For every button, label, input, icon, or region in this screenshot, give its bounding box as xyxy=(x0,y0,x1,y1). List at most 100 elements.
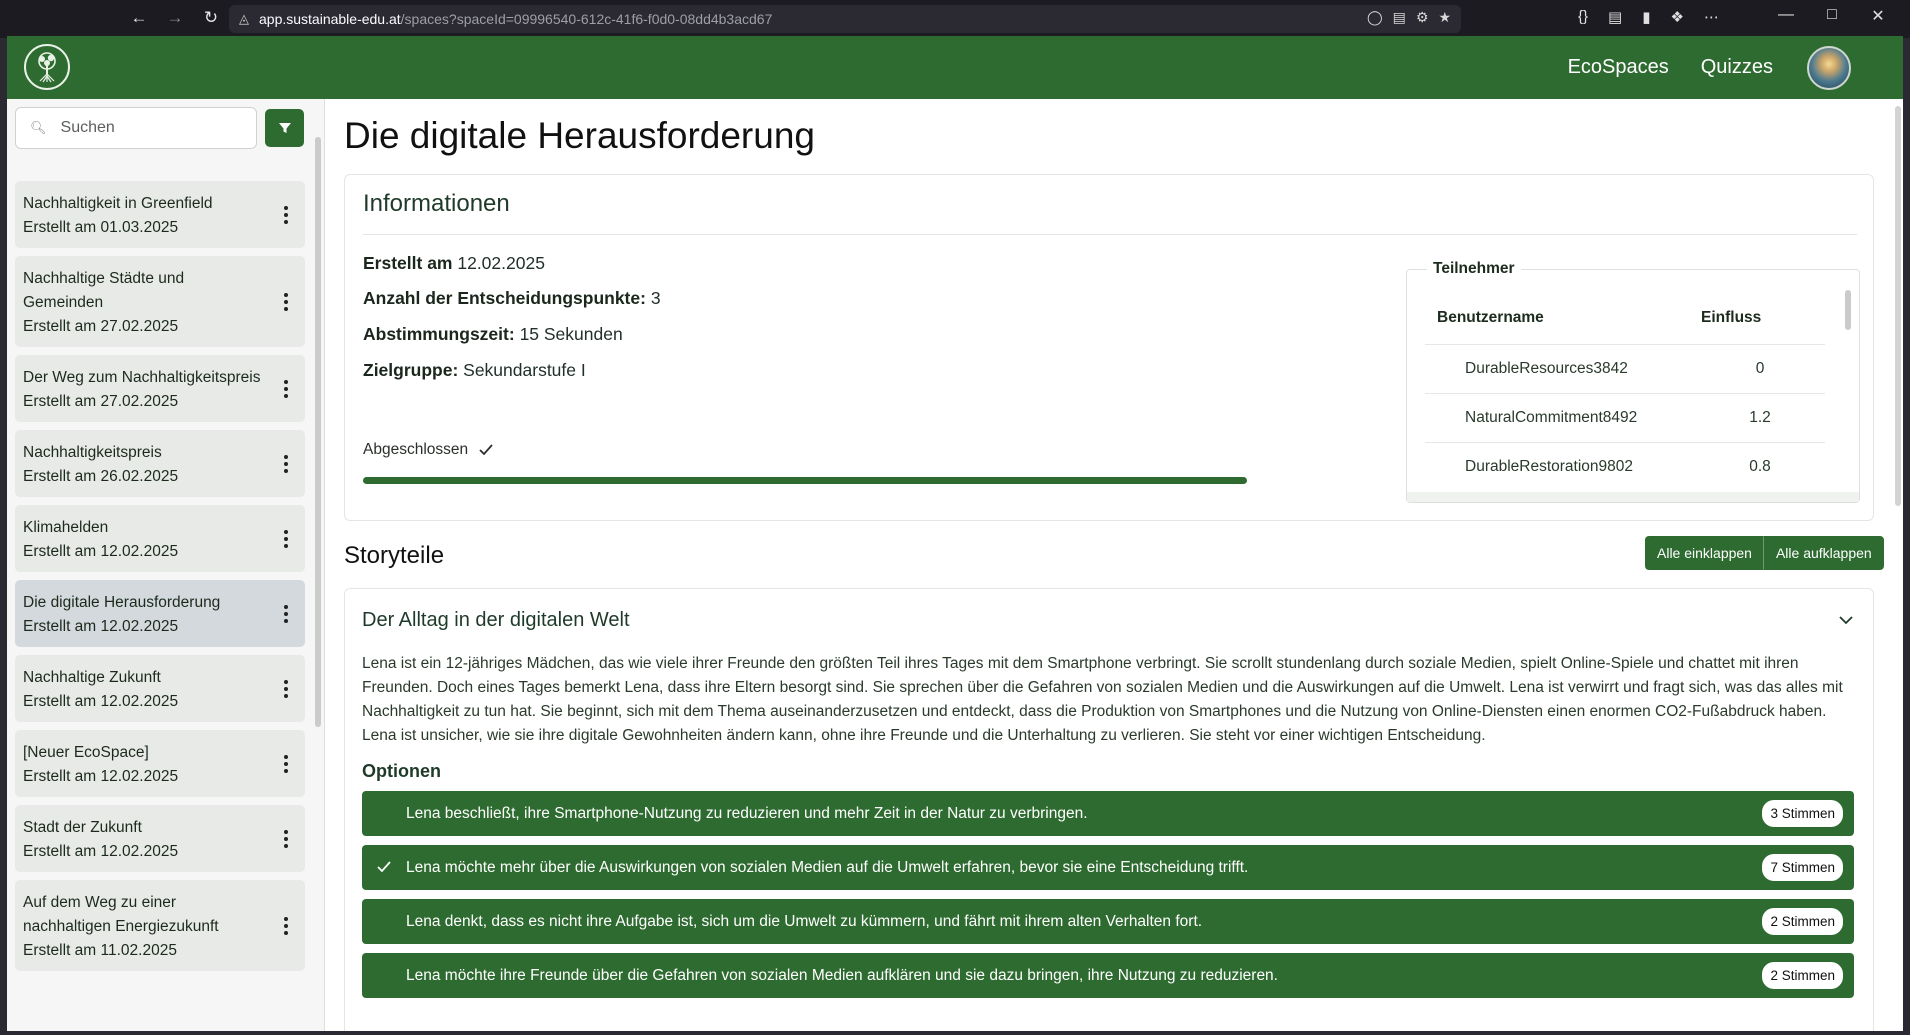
list-item[interactable]: Nachhaltigkeitspreis Erstellt am 26.02.20… xyxy=(15,430,305,497)
minimize-icon[interactable]: — xyxy=(1770,6,1802,26)
status-text: Abgeschlossen xyxy=(363,441,469,458)
kebab-icon[interactable] xyxy=(279,205,293,224)
ecospace-date: Erstellt am 12.02.2025 xyxy=(23,543,179,560)
main-content: Die digitale Herausforderung Information… xyxy=(337,99,1885,1031)
ecospace-date: Erstellt am 26.02.2025 xyxy=(23,468,179,485)
kebab-icon[interactable] xyxy=(279,829,293,848)
list-item[interactable]: Nachhaltige Städte und Gemeinden Erstellt… xyxy=(15,256,305,347)
participant-username: DurableResources3842 xyxy=(1465,360,1628,377)
col-influence: Einfluss xyxy=(1701,309,1762,326)
list-item[interactable]: Die digitale Herausforderung Erstellt am … xyxy=(15,580,305,647)
votes-badge: 2 Stimmen xyxy=(1762,962,1843,989)
decisions-value: 3 xyxy=(650,288,661,308)
back-icon[interactable]: ← xyxy=(122,8,156,28)
target-label: Zielgruppe: xyxy=(363,360,459,380)
table-row: DurableResources3842 0 xyxy=(1425,344,1825,393)
puzzle-icon[interactable]: ❖ xyxy=(1670,8,1683,26)
status-line: Abgeschlossen xyxy=(363,441,494,459)
list-item[interactable]: Der Weg zum Nachhaltigkeitspreis Erstellt… xyxy=(15,355,305,422)
ecospace-name: Stadt der Zukunft xyxy=(23,819,142,836)
search-box: 🔍︎ xyxy=(15,107,257,149)
menu-icon[interactable]: ⋯ xyxy=(1704,8,1719,26)
created-value: 12.02.2025 xyxy=(457,253,545,273)
ecospace-name: Nachhaltigkeitspreis xyxy=(23,444,162,461)
collapse-button-group: Alle einklappen Alle aufklappen xyxy=(1645,536,1884,570)
kebab-icon[interactable] xyxy=(279,754,293,773)
check-icon xyxy=(377,861,391,873)
avatar[interactable] xyxy=(1807,45,1851,90)
sidebar-scrollbar[interactable] xyxy=(315,137,321,727)
page-icon[interactable]: ▤ xyxy=(1608,8,1622,26)
participant-influence: 0.8 xyxy=(1749,458,1771,475)
ecospace-name: Nachhaltigkeit in Greenfield xyxy=(23,195,213,212)
tree-logo-icon[interactable] xyxy=(24,44,70,90)
list-item[interactable]: Auf dem Weg zu einer nachhaltigen Energi… xyxy=(15,880,305,971)
progress-bar xyxy=(363,477,1247,484)
top-nav: EcoSpaces Quizzes xyxy=(1568,36,1851,99)
list-item[interactable]: Stadt der Zukunft Erstellt am 12.02.2025 xyxy=(15,805,305,872)
devtools-icon[interactable]: {} xyxy=(1578,8,1588,26)
options-list: Lena beschließt, ihre Smartphone-Nutzung… xyxy=(362,791,1854,1007)
created-label: Erstellt am xyxy=(363,253,453,273)
reload-icon[interactable]: ↻ xyxy=(194,8,228,28)
option-item[interactable]: Lena möchte mehr über die Auswirkungen v… xyxy=(362,845,1854,890)
participants-hscrollbar[interactable] xyxy=(1407,492,1859,502)
close-icon[interactable]: ✕ xyxy=(1862,6,1894,26)
story-part-title[interactable]: Der Alltag in der digitalen Welt xyxy=(362,609,630,632)
info-target-group: Zielgruppe: Sekundarstufe I xyxy=(363,360,586,381)
kebab-icon[interactable] xyxy=(279,604,293,623)
page-scrollbar[interactable] xyxy=(1895,106,1901,506)
ecospace-date: Erstellt am 27.02.2025 xyxy=(23,393,179,410)
extension-icons: {} ▤ ▮ ❖ ⋯ xyxy=(1578,8,1719,26)
table-row: NaturalCommitment8492 1.2 xyxy=(1425,393,1825,442)
kebab-icon[interactable] xyxy=(279,529,293,548)
options-heading: Optionen xyxy=(362,761,441,781)
reader-icon[interactable]: ▤ xyxy=(1393,9,1406,26)
info-decisions: Anzahl der Entscheidungspunkte: 3 xyxy=(363,288,661,309)
translate-icon[interactable]: ⚙ xyxy=(1416,9,1429,26)
top-navbar: EcoSpaces Quizzes xyxy=(7,36,1903,99)
ecospace-date: Erstellt am 12.02.2025 xyxy=(23,693,179,710)
ecospace-name: Der Weg zum Nachhaltigkeitspreis xyxy=(23,369,261,386)
shield-icon[interactable]: ◯ xyxy=(1367,9,1383,26)
kebab-icon[interactable] xyxy=(279,292,293,311)
expand-all-button[interactable]: Alle aufklappen xyxy=(1763,536,1884,570)
ecospace-date: Erstellt am 12.02.2025 xyxy=(23,618,179,635)
target-value: Sekundarstufe I xyxy=(463,360,586,380)
option-item[interactable]: Lena denkt, dass es nicht ihre Aufgabe i… xyxy=(362,899,1854,944)
participant-influence: 0 xyxy=(1755,360,1765,377)
kebab-icon[interactable] xyxy=(279,379,293,398)
participants-panel: Teilnehmer Benutzername Einfluss Durable… xyxy=(1406,260,1860,503)
kebab-icon[interactable] xyxy=(279,679,293,698)
search-input[interactable] xyxy=(60,119,231,137)
nav-ecospaces[interactable]: EcoSpaces xyxy=(1568,56,1669,79)
list-item[interactable]: Nachhaltigkeit in Greenfield Erstellt am … xyxy=(15,181,305,248)
story-heading: Storyteile xyxy=(344,542,445,569)
list-item[interactable]: [Neuer EcoSpace] Erstellt am 12.02.2025 xyxy=(15,730,305,797)
sidebar: 🔍︎ Nachhaltigkeit in Greenfield Erstellt … xyxy=(7,99,325,1031)
kebab-icon[interactable] xyxy=(279,916,293,935)
voting-value: 15 Sekunden xyxy=(519,324,623,344)
forward-icon[interactable]: → xyxy=(158,8,192,28)
option-item[interactable]: Lena möchte ihre Freunde über die Gefahr… xyxy=(362,953,1854,998)
shield-extension-icon[interactable]: ▮ xyxy=(1642,8,1650,26)
url-bar[interactable]: ◬ app.sustainable-edu.at/spaces?spaceId=… xyxy=(229,5,1461,33)
table-body: DurableResources3842 0 NaturalCommitment84… xyxy=(1425,344,1825,491)
list-item[interactable]: Nachhaltige Zukunft Erstellt am 12.02.202… xyxy=(15,655,305,722)
option-item[interactable]: Lena beschließt, ihre Smartphone-Nutzung… xyxy=(362,791,1854,836)
list-item[interactable]: Klimahelden Erstellt am 12.02.2025 xyxy=(15,505,305,572)
ecospace-date: Erstellt am 12.02.2025 xyxy=(23,843,179,860)
kebab-icon[interactable] xyxy=(279,454,293,473)
voting-label: Abstimmungszeit: xyxy=(363,324,515,344)
nav-quizzes[interactable]: Quizzes xyxy=(1701,56,1773,79)
maximize-icon[interactable]: □ xyxy=(1816,6,1848,26)
filter-button[interactable] xyxy=(265,109,304,147)
chevron-down-icon[interactable] xyxy=(1837,611,1855,629)
divider xyxy=(363,234,1857,235)
table-row: DurableRestoration9802 0.8 xyxy=(1425,442,1825,491)
bookmark-icon[interactable]: ★ xyxy=(1438,9,1451,26)
info-heading: Informationen xyxy=(363,190,510,217)
ecospace-date: Erstellt am 01.03.2025 xyxy=(23,219,179,236)
participants-scrollbar[interactable] xyxy=(1845,290,1851,330)
collapse-all-button[interactable]: Alle einklappen xyxy=(1645,536,1764,570)
